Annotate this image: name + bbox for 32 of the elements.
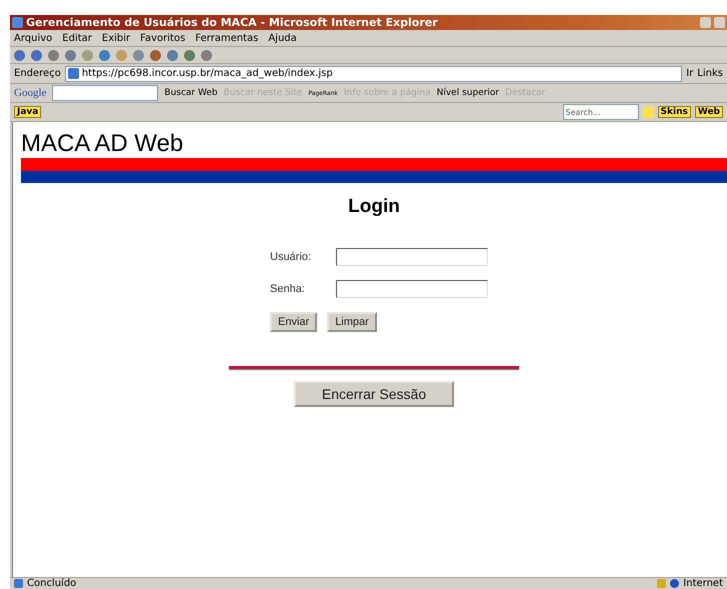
google-search-field[interactable]	[52, 85, 158, 101]
site-logo: MACA AD Web	[21, 130, 184, 158]
menu-item[interactable]: Ajuda	[268, 32, 297, 44]
input-field[interactable]	[336, 280, 488, 298]
form-button[interactable]: Enviar	[270, 312, 318, 332]
status-text: Concluído	[27, 578, 76, 589]
minimize-icon[interactable]	[700, 17, 711, 28]
toolbar-item[interactable]: Buscar Web	[164, 88, 218, 98]
links-button[interactable]: Links	[697, 68, 723, 79]
field-label: Usuário:	[270, 251, 312, 263]
menu-item[interactable]: Favoritos	[140, 32, 186, 44]
login-heading: Login	[348, 196, 400, 218]
skins-button[interactable]: Skins	[658, 106, 691, 118]
field-label: Senha:	[270, 283, 306, 295]
web-button[interactable]: Web	[694, 106, 723, 118]
toolbar-item[interactable]: Nível superior	[436, 88, 500, 98]
java-button[interactable]: Java	[14, 106, 42, 118]
input-field[interactable]	[336, 248, 488, 266]
menu-item[interactable]: Arquivo	[14, 32, 52, 44]
menu-item[interactable]: Exibir	[102, 32, 130, 44]
menu-item[interactable]: Editar	[62, 32, 92, 44]
maximize-icon[interactable]	[714, 17, 725, 28]
form-button[interactable]: Limpar	[327, 312, 377, 332]
google-logo: Google	[14, 87, 46, 99]
logout-button[interactable]: Encerrar Sessão	[294, 381, 454, 407]
menu-item[interactable]: Ferramentas	[195, 32, 258, 44]
address-field[interactable]: https://pc698.incor.usp.br/maca_ad_web/index.jsp	[64, 66, 682, 82]
address-label: Endereço	[14, 68, 61, 79]
search-field[interactable]: Search...	[562, 104, 639, 120]
go-button[interactable]: Ir	[686, 68, 694, 79]
zone-text: Internet	[683, 578, 723, 589]
window-title: Gerenciamento de Usuários do MACA - Microsoft Internet Explorer	[26, 16, 438, 29]
